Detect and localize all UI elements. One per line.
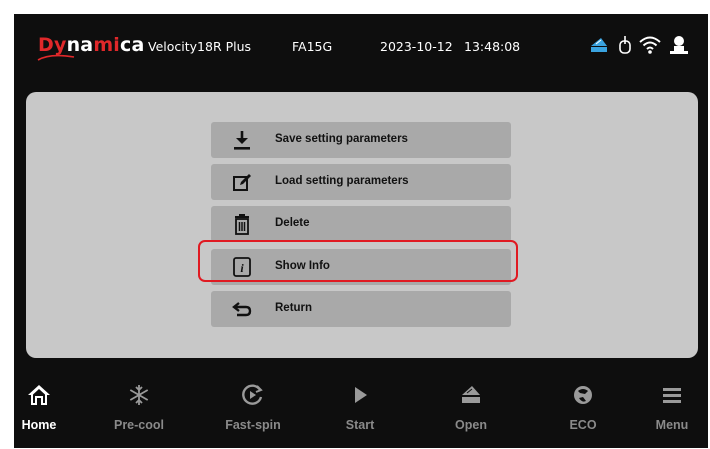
- user-icon: [670, 36, 688, 54]
- nav-menu-label: Menu: [655, 418, 689, 432]
- show-info-label: Show Info: [275, 260, 330, 272]
- load-settings-label: Load setting parameters: [275, 175, 409, 187]
- settings-panel: Save setting parameters Load setting par…: [26, 92, 698, 358]
- nav-start[interactable]: Start: [315, 374, 405, 444]
- return-icon: [232, 302, 252, 317]
- home-icon: [28, 385, 50, 405]
- lid-icon: [591, 38, 607, 52]
- delete-label: Delete: [275, 217, 310, 229]
- nav-pre-cool[interactable]: Pre-cool: [94, 374, 184, 444]
- nav-start-label: Start: [345, 418, 375, 432]
- download-icon: [234, 131, 250, 150]
- nav-eco-label: ECO: [569, 418, 597, 432]
- nav-home[interactable]: Home: [0, 374, 84, 444]
- logo-swoosh: [37, 54, 75, 61]
- model-name: Velocity18R Plus: [148, 39, 252, 54]
- bottom-nav: Home Pre-cool Fast-spin Start Open ECO M…: [14, 374, 708, 448]
- menu-icon: [663, 388, 681, 403]
- play-icon: [355, 387, 367, 403]
- svg-text:i: i: [240, 261, 244, 275]
- device-screen: Dynamica Velocity18R Plus FA15G 2023-10-…: [14, 14, 708, 448]
- status-bar: Dynamica Velocity18R Plus FA15G 2023-10-…: [14, 14, 708, 76]
- nav-fast-spin-label: Fast-spin: [225, 418, 281, 432]
- return-button[interactable]: Return: [211, 291, 511, 327]
- snowflake-icon: [129, 385, 149, 405]
- nav-pre-cool-label: Pre-cool: [113, 418, 164, 432]
- fast-spin-icon: [242, 384, 263, 405]
- save-settings-button[interactable]: Save setting parameters: [211, 122, 511, 158]
- edit-icon: [233, 174, 251, 191]
- date-display: 2023-10-12: [380, 39, 453, 54]
- nav-menu[interactable]: Menu: [627, 374, 710, 444]
- nav-open-label: Open: [455, 418, 487, 432]
- info-icon: i: [233, 257, 251, 277]
- show-info-button[interactable]: i Show Info: [211, 249, 511, 285]
- time-display: 13:48:08: [464, 39, 521, 54]
- open-lid-icon: [462, 386, 480, 403]
- eco-icon: [574, 386, 592, 404]
- nav-open[interactable]: Open: [426, 374, 516, 444]
- save-settings-label: Save setting parameters: [275, 133, 408, 145]
- trash-icon: [235, 214, 249, 235]
- return-label: Return: [275, 302, 313, 314]
- nav-home-label: Home: [21, 418, 57, 432]
- delete-button[interactable]: Delete: [211, 206, 511, 242]
- nav-fast-spin[interactable]: Fast-spin: [208, 374, 298, 444]
- wifi-icon: [639, 36, 661, 54]
- serial-code: FA15G: [292, 39, 333, 54]
- nav-eco[interactable]: ECO: [538, 374, 628, 444]
- brand-logo: Dynamica: [38, 34, 145, 56]
- load-settings-button[interactable]: Load setting parameters: [211, 164, 511, 200]
- usb-icon: [619, 36, 631, 54]
